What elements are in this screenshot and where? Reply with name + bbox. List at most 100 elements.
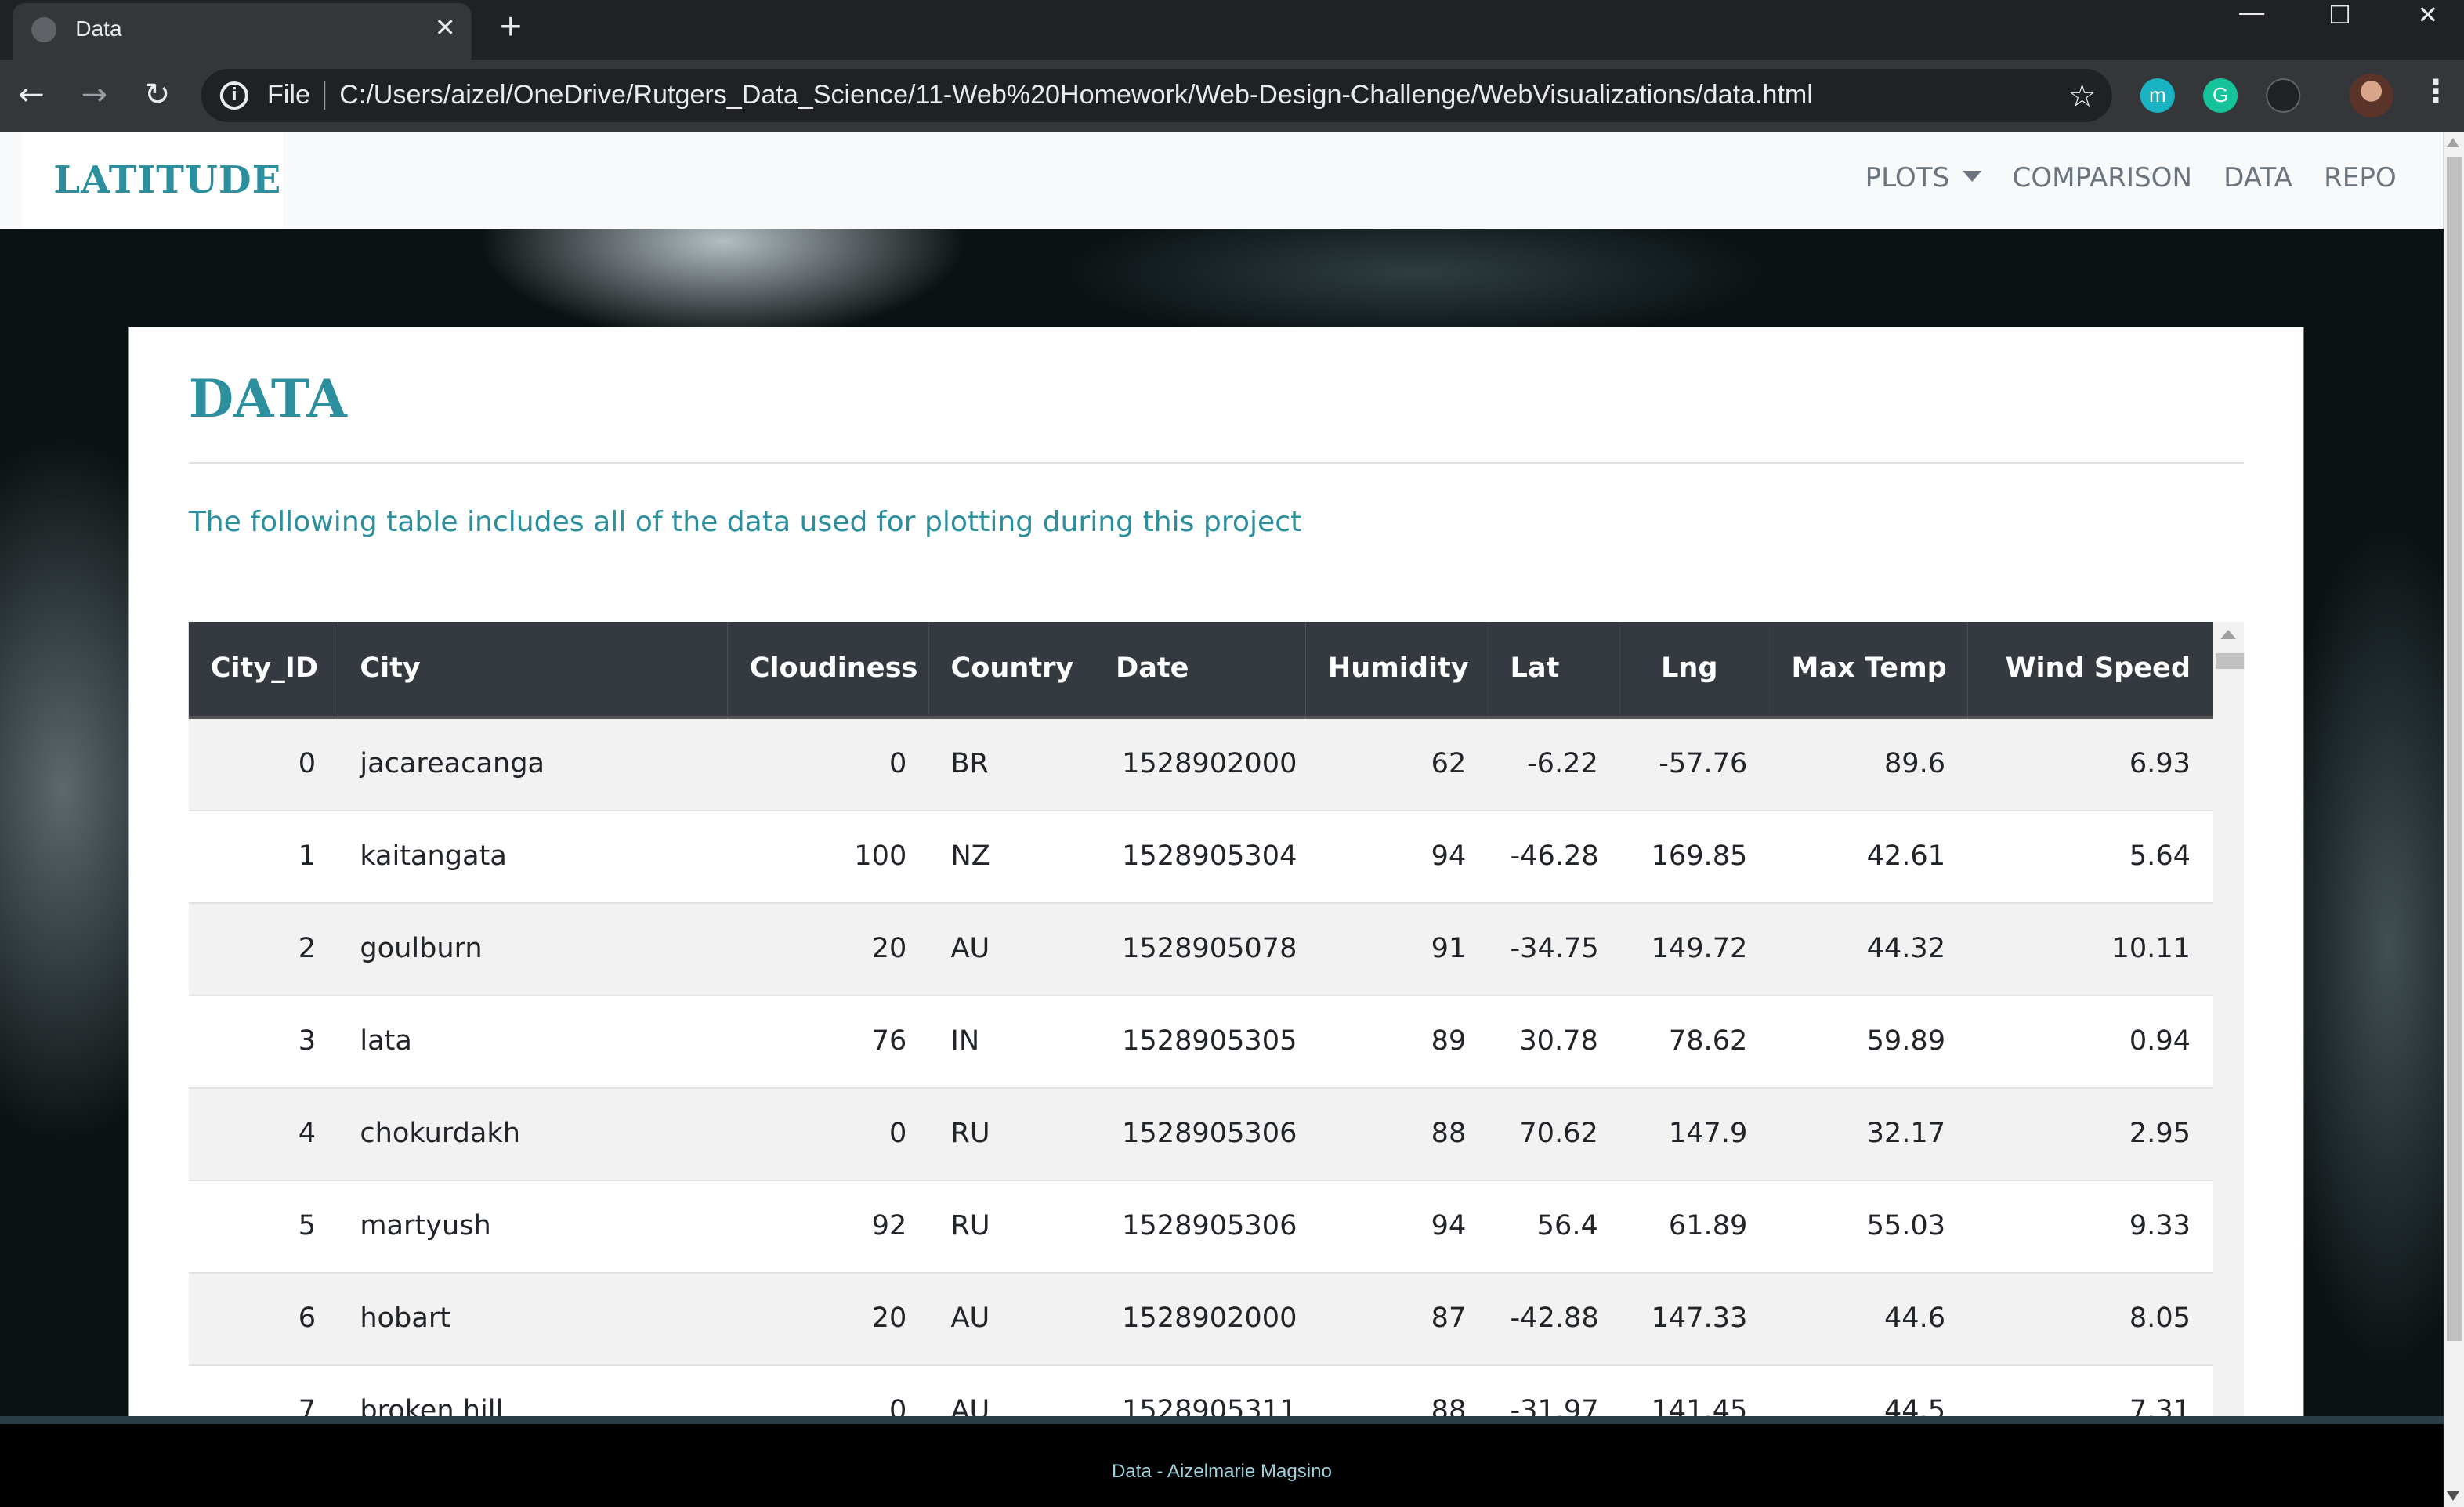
cell-date: 1528905304 (1093, 809, 1306, 902)
minimize-icon[interactable]: — (2216, 0, 2288, 31)
col-header-wind-speed[interactable]: Wind Speed (1967, 622, 2213, 719)
col-header-city[interactable]: City (338, 622, 728, 719)
table-row: 6 hobart 20 AU 1528902000 87 -42.88 147.33 44.6 8… (188, 1271, 2213, 1364)
cell-country: NZ (928, 809, 1094, 902)
cell-max-temp: 55.03 (1769, 1179, 1968, 1272)
table-row: 1 kaitangata 100 NZ 1528905304 94 -46.28 169.85… (188, 809, 2213, 902)
extension-m-icon[interactable]: m (2140, 78, 2175, 113)
cell-wind-speed: 9.33 (1967, 1179, 2213, 1272)
col-header-lat[interactable]: Lat (1488, 622, 1620, 719)
cell-lng: 147.9 (1619, 1086, 1770, 1180)
url-text[interactable]: C:/Users/aizel/OneDrive/Rutgers_Data_Sci… (339, 80, 1813, 111)
grammarly-icon[interactable]: G (2203, 78, 2238, 113)
scroll-down-icon[interactable] (2446, 1491, 2459, 1501)
col-header-lng[interactable]: Lng (1619, 622, 1770, 719)
table-scrollbar[interactable] (2213, 622, 2245, 1424)
nav-comparison[interactable]: COMPARISON (2013, 163, 2193, 194)
back-arrow-icon[interactable]: ← (13, 75, 50, 113)
cell-city-id: 5 (188, 1179, 338, 1272)
scroll-up-icon[interactable] (2220, 630, 2237, 639)
cell-city: hobart (338, 1271, 728, 1364)
cell-cloudiness: 100 (727, 809, 929, 902)
cell-humidity: 88 (1305, 1086, 1489, 1180)
cell-cloudiness: 0 (727, 717, 929, 810)
cell-lng: 78.62 (1619, 994, 1770, 1087)
cell-lat: -42.88 (1488, 1271, 1620, 1364)
cell-cloudiness: 92 (727, 1179, 929, 1272)
address-bar[interactable]: i File C:/Users/aizel/OneDrive/Rutgers_D… (201, 69, 2112, 122)
table-row: 4 chokurdakh 0 RU 1528905306 88 70.62 147.9 32.1… (188, 1086, 2213, 1180)
cell-lat: -46.28 (1488, 809, 1620, 902)
cell-country: RU (928, 1086, 1094, 1180)
extension-icon[interactable] (2266, 78, 2301, 113)
cell-city: chokurdakh (338, 1086, 728, 1180)
bookmark-star-icon[interactable]: ☆ (2068, 77, 2097, 114)
browser-toolbar: ← → ↻ i File C:/Users/aizel/OneDrive/Rut… (0, 60, 2464, 132)
nav-repo[interactable]: REPO (2324, 163, 2397, 194)
cell-lng: 149.72 (1619, 902, 1770, 995)
cell-humidity: 62 (1305, 717, 1489, 810)
tab-title: Data (75, 16, 122, 41)
cell-date: 1528905306 (1093, 1086, 1306, 1180)
data-table-container[interactable]: City_ID City Cloudiness Country Date Hum… (188, 622, 2213, 1424)
cell-humidity: 94 (1305, 809, 1489, 902)
close-window-icon[interactable]: ✕ (2392, 0, 2464, 31)
page-title: DATA (188, 368, 347, 429)
scroll-thumb[interactable] (2446, 157, 2462, 1341)
col-header-max-temp[interactable]: Max Temp (1769, 622, 1968, 719)
page-footer: Data - Aizelmarie Magsino (0, 1416, 2444, 1507)
url-scheme: File (266, 80, 310, 110)
col-header-date[interactable]: Date (1093, 622, 1306, 719)
cell-country: AU (928, 1271, 1094, 1364)
nav-plots-label: PLOTS (1865, 163, 1950, 194)
page-scrollbar[interactable] (2443, 132, 2464, 1507)
cell-lat: -31.97 (1488, 1364, 1620, 1424)
scroll-up-icon[interactable] (2446, 138, 2459, 147)
cell-city-id: 4 (188, 1086, 338, 1180)
maximize-icon[interactable]: ☐ (2303, 0, 2375, 31)
caret-down-icon (1962, 171, 1981, 182)
globe-icon (31, 17, 57, 42)
cell-humidity: 94 (1305, 1179, 1489, 1272)
nav-data[interactable]: DATA (2223, 163, 2292, 194)
cell-city-id: 3 (188, 994, 338, 1087)
browser-tab[interactable]: Data ✕ (13, 3, 472, 60)
new-tab-button[interactable]: + (500, 6, 522, 50)
table-row: 0 jacareacanga 0 BR 1528902000 62 -6.22 -57.76 8… (188, 717, 2213, 810)
info-icon[interactable]: i (219, 81, 248, 110)
cell-lng: -57.76 (1619, 717, 1770, 810)
table-header-row: City_ID City Cloudiness Country Date Hum… (188, 622, 2213, 719)
cell-max-temp: 44.32 (1769, 902, 1968, 995)
close-tab-icon[interactable]: ✕ (435, 13, 456, 42)
cell-city-id: 0 (188, 717, 338, 810)
forward-arrow-icon[interactable]: → (75, 75, 113, 113)
cell-humidity: 91 (1305, 902, 1489, 995)
cell-humidity: 88 (1305, 1364, 1489, 1424)
table-row: 2 goulburn 20 AU 1528905078 91 -34.75 149.72 44.… (188, 902, 2213, 995)
scroll-thumb[interactable] (2216, 653, 2245, 669)
intro-text: The following table includes all of the … (188, 506, 1302, 539)
cell-date: 1528905311 (1093, 1364, 1306, 1424)
cell-city-id: 7 (188, 1364, 338, 1424)
col-header-city-id[interactable]: City_ID (188, 622, 338, 719)
menu-dots-icon[interactable]: ⋮ (2420, 72, 2451, 110)
nav-plots-dropdown[interactable]: PLOTS (1865, 163, 1981, 194)
cell-city-id: 2 (188, 902, 338, 995)
reload-icon[interactable]: ↻ (139, 75, 176, 113)
cell-date: 1528902000 (1093, 1271, 1306, 1364)
profile-avatar[interactable] (2349, 74, 2393, 117)
brand-logo[interactable]: LATITUDE (22, 132, 284, 229)
table-row: 5 martyush 92 RU 1528905306 94 56.4 61.89 55.03 9… (188, 1179, 2213, 1272)
cell-wind-speed: 8.05 (1967, 1271, 2213, 1364)
col-header-humidity[interactable]: Humidity (1305, 622, 1489, 719)
cell-country: AU (928, 1364, 1094, 1424)
divider (324, 81, 326, 110)
col-header-country[interactable]: Country (928, 622, 1094, 719)
cell-lat: 56.4 (1488, 1179, 1620, 1272)
cell-cloudiness: 20 (727, 1271, 929, 1364)
cell-cloudiness: 0 (727, 1086, 929, 1180)
table-row: 7 broken hill 0 AU 1528905311 88 -31.97 141.45 4… (188, 1364, 2213, 1424)
site-navbar: LATITUDE PLOTS COMPARISON DATA REPO (0, 132, 2444, 229)
col-header-cloudiness[interactable]: Cloudiness (727, 622, 929, 719)
cell-wind-speed: 10.11 (1967, 902, 2213, 995)
